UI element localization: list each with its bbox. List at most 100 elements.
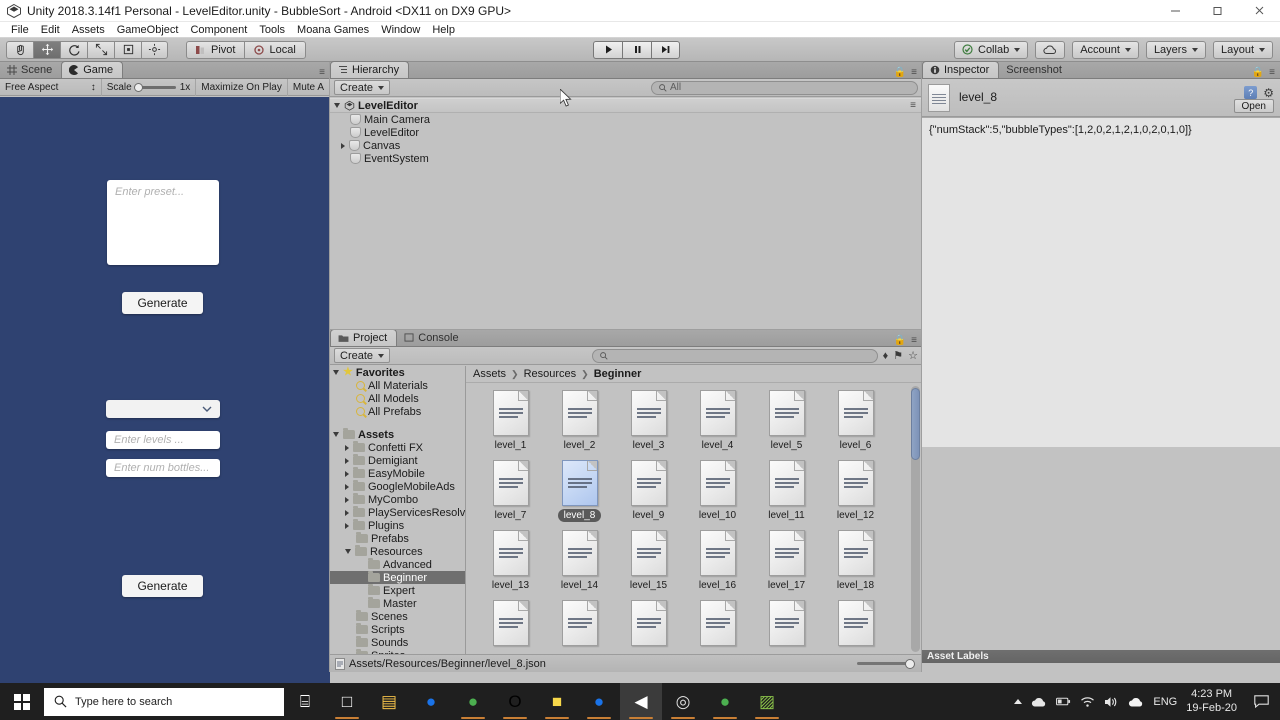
inspector-lock-icon[interactable]: 🔒 [1252, 67, 1264, 78]
tab-scene[interactable]: Scene [0, 61, 61, 78]
taskbar-search-input[interactable]: Type here to search [44, 687, 284, 716]
asset-item[interactable]: level_12 [821, 460, 890, 522]
asset-item[interactable]: level_15 [614, 530, 683, 592]
asset-item[interactable] [476, 600, 545, 646]
collapse-triangle-icon[interactable] [345, 509, 349, 516]
splitter-horizontal[interactable] [330, 329, 922, 330]
scale-slider-knob[interactable] [133, 82, 143, 92]
expand-triangle-icon[interactable] [333, 370, 339, 375]
canvas-expand-triangle-icon[interactable] [341, 142, 345, 149]
collapse-triangle-icon[interactable] [345, 470, 349, 477]
asset-item[interactable]: level_13 [476, 530, 545, 592]
menu-moana-games[interactable]: Moana Games [291, 22, 375, 38]
hierarchy-lock-icon[interactable]: 🔒 [894, 67, 906, 78]
move-tool-button[interactable] [33, 40, 60, 59]
tree-item-googlemobileads[interactable]: GoogleMobileAds [330, 480, 465, 493]
menu-edit[interactable]: Edit [35, 22, 66, 38]
wifi-icon[interactable] [1080, 696, 1095, 708]
layout-button[interactable]: Layout [1212, 40, 1273, 59]
search-by-label-icon[interactable]: ⚑ [893, 349, 903, 362]
menu-component[interactable]: Component [184, 22, 253, 38]
collapse-triangle-icon[interactable] [345, 522, 349, 529]
collapse-triangle-icon[interactable] [345, 444, 349, 451]
file-explorer-icon[interactable]: ▤ [368, 683, 410, 720]
cloud-services-button[interactable] [1035, 40, 1066, 59]
pause-button[interactable] [622, 40, 651, 59]
pivot-button[interactable]: Pivot [186, 40, 245, 59]
account-button[interactable]: Account [1072, 40, 1139, 59]
task-view-icon[interactable]: ⌸ [284, 683, 326, 720]
tree-item-beginner[interactable]: Beginner [330, 571, 465, 584]
generate-levels-button[interactable]: Generate [122, 575, 203, 597]
asset-item[interactable]: level_4 [683, 390, 752, 452]
expand-triangle-icon[interactable] [333, 432, 339, 437]
project-lock-icon[interactable]: 🔒 [894, 335, 906, 346]
hierarchy-item-eventsystem[interactable]: EventSystem [330, 152, 922, 165]
location-pin-2-icon[interactable]: ● [578, 683, 620, 720]
difficulty-dropdown[interactable] [106, 400, 220, 418]
asset-item[interactable]: level_16 [683, 530, 752, 592]
asset-item[interactable]: level_7 [476, 460, 545, 522]
collapse-triangle-icon[interactable] [345, 457, 349, 464]
volume-icon[interactable] [1104, 696, 1119, 708]
game-render-canvas[interactable]: Enter preset... Generate Enter levels ..… [0, 97, 330, 720]
grid-zoom-slider[interactable] [857, 658, 915, 669]
splitter-left[interactable] [329, 62, 330, 672]
hierarchy-create-button[interactable]: Create [334, 80, 391, 95]
tree-item-all-models[interactable]: All Models [330, 392, 465, 405]
splitter-right[interactable] [921, 62, 922, 672]
tab-inspector[interactable]: Inspector [922, 61, 1000, 78]
close-button[interactable] [1238, 0, 1280, 22]
scale-slider-track[interactable] [133, 82, 176, 92]
scale-tool-button[interactable] [87, 40, 114, 59]
asset-item[interactable]: level_5 [752, 390, 821, 452]
show-hidden-icons-chevron-icon[interactable] [1014, 699, 1023, 704]
generate-preset-button[interactable]: Generate [122, 292, 203, 314]
breadcrumb-beginner[interactable]: Beginner [594, 368, 642, 380]
scale-slider-group[interactable]: Scale 1x [102, 78, 197, 96]
maximize-button[interactable] [1196, 0, 1238, 22]
project-search-input[interactable] [592, 348, 878, 363]
hand-tool-button[interactable] [6, 40, 33, 59]
breadcrumb-resources[interactable]: Resources [524, 368, 577, 380]
tree-item-mycombo[interactable]: MyCombo [330, 493, 465, 506]
tree-item-prefabs[interactable]: Prefabs [330, 532, 465, 545]
tab-game[interactable]: Game [61, 61, 124, 78]
tree-item-advanced[interactable]: Advanced [330, 558, 465, 571]
transform-tool-button[interactable] [141, 40, 168, 59]
asset-item[interactable]: level_18 [821, 530, 890, 592]
tree-item-all-prefabs[interactable]: All Prefabs [330, 405, 465, 418]
asset-item[interactable]: level_8 [545, 460, 614, 522]
search-by-type-icon[interactable]: ♦ [883, 350, 889, 362]
asset-item[interactable]: level_1 [476, 390, 545, 452]
asset-item[interactable] [545, 600, 614, 646]
tab-project[interactable]: Project [330, 329, 398, 346]
asset-item[interactable]: level_6 [821, 390, 890, 452]
chrome-2-icon[interactable]: ● [704, 683, 746, 720]
hierarchy-item-main-camera[interactable]: Main Camera [330, 113, 922, 126]
project-create-button[interactable]: Create [334, 348, 391, 363]
tree-item-plugins[interactable]: Plugins [330, 519, 465, 532]
menu-tools[interactable]: Tools [253, 22, 291, 38]
num-bottles-input[interactable]: Enter num bottles... [106, 459, 220, 477]
tree-item-assets[interactable]: Assets [330, 428, 465, 441]
collab-button[interactable]: Collab [954, 40, 1029, 59]
chrome-icon[interactable]: ● [452, 683, 494, 720]
asset-grid[interactable]: level_1 level_2 level_3 level_4 level_5 level… [466, 384, 922, 654]
menu-file[interactable]: File [5, 22, 35, 38]
tab-console[interactable]: Console [397, 329, 467, 346]
asset-item[interactable]: level_3 [614, 390, 683, 452]
grid-zoom-slider-knob[interactable] [905, 658, 915, 669]
open-asset-button[interactable]: Open [1233, 99, 1274, 113]
minimize-button[interactable] [1154, 0, 1196, 22]
aspect-dropdown[interactable]: Free Aspect ↕ [0, 78, 102, 96]
sticky-notes-icon[interactable]: ■ [536, 683, 578, 720]
mute-audio-toggle[interactable]: Mute A [288, 78, 330, 96]
hierarchy-item-canvas[interactable]: Canvas [330, 139, 922, 152]
asset-item[interactable] [821, 600, 890, 646]
project-menu-icon[interactable]: ≡ [911, 335, 917, 346]
tree-item-resources[interactable]: Resources [330, 545, 465, 558]
favorite-star-icon[interactable]: ☆ [908, 349, 918, 362]
action-center-button[interactable] [1246, 695, 1276, 708]
tree-item-demigiant[interactable]: Demigiant [330, 454, 465, 467]
